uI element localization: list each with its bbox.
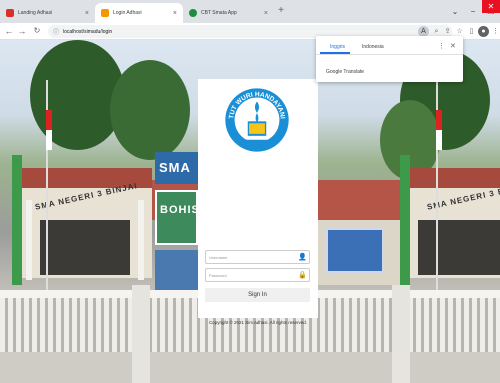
flag [46,110,52,150]
sidepanel-icon[interactable]: ▯ [466,26,477,37]
fence-base [0,352,500,383]
app-icon [189,9,197,17]
forward-icon[interactable]: → [16,25,28,37]
page-icon [101,9,109,17]
login-card: TUT WURI HANDAYANI 👤 🔒 Sign In Copyright… [198,79,318,325]
back-icon[interactable]: ← [3,25,15,37]
doorway [418,220,500,275]
menu-icon[interactable]: ⋮ [490,26,500,37]
building-roof [410,168,500,188]
close-tab-icon[interactable]: × [85,10,89,17]
reload-icon[interactable]: ↻ [31,25,43,37]
google-translate-label: Google Translate [326,69,365,75]
green-banner [12,155,22,285]
fence-pillar [392,285,410,383]
tab-cbt[interactable]: CBT Smata App × [183,3,274,23]
new-tab-button[interactable]: + [274,5,288,16]
lock-icon: 🔒 [298,272,307,279]
copyright-text: Copyright © 2021 Sim adhasi. All rights … [208,320,308,325]
tree [110,60,190,160]
tab-label: CBT Smata App [201,10,237,16]
fence-pillar [132,285,150,383]
divider [316,54,463,55]
more-options-icon[interactable]: ⋮ [438,42,445,50]
close-popup-icon[interactable]: ✕ [450,42,456,50]
tab-label: Login Adhasi [113,10,142,16]
lang-tab-indonesia[interactable]: Indonesia [362,44,384,50]
username-input[interactable] [209,254,298,260]
password-field[interactable]: 🔒 [205,268,310,282]
sign-in-button[interactable]: Sign In [205,288,310,302]
tulip-icon [6,9,14,17]
close-tab-icon[interactable]: × [173,10,177,17]
sign-label: SMA [159,160,191,175]
avatar[interactable]: ● [478,26,489,37]
lang-tab-inggris[interactable]: Inggris [330,44,345,50]
pillar [26,200,32,280]
bohis-sign: BOHIS [155,190,200,245]
event-banner [326,228,384,273]
translate-popup: Inggris Indonesia ⋮ ✕ Google Translate [316,36,463,82]
tab-search-icon[interactable]: ⌄ [446,0,464,22]
flag [436,110,442,150]
close-window-button[interactable]: ✕ [482,0,500,13]
user-icon: 👤 [298,254,307,261]
tut-wuri-handayani-logo: TUT WURI HANDAYANI [225,88,289,152]
minimize-button[interactable]: − [464,0,482,22]
tab-landing[interactable]: Landing Adhasi × [0,3,95,23]
tab-label: Landing Adhasi [18,10,53,16]
username-field[interactable]: 👤 [205,250,310,264]
tab-login[interactable]: Login Adhasi × [95,3,183,23]
school-sign: SMA [155,152,198,184]
info-icon[interactable]: ⓘ [53,27,59,36]
pillar [138,200,144,280]
password-input[interactable] [209,272,298,278]
close-tab-icon[interactable]: × [264,10,268,17]
tab-strip: Landing Adhasi × Login Adhasi × CBT Smat… [0,0,500,23]
green-banner [400,155,410,285]
sign-label: BOHIS [160,204,200,216]
doorway [40,220,130,275]
url-text: localhost/simadu/login [63,28,113,35]
info-board [155,250,198,290]
